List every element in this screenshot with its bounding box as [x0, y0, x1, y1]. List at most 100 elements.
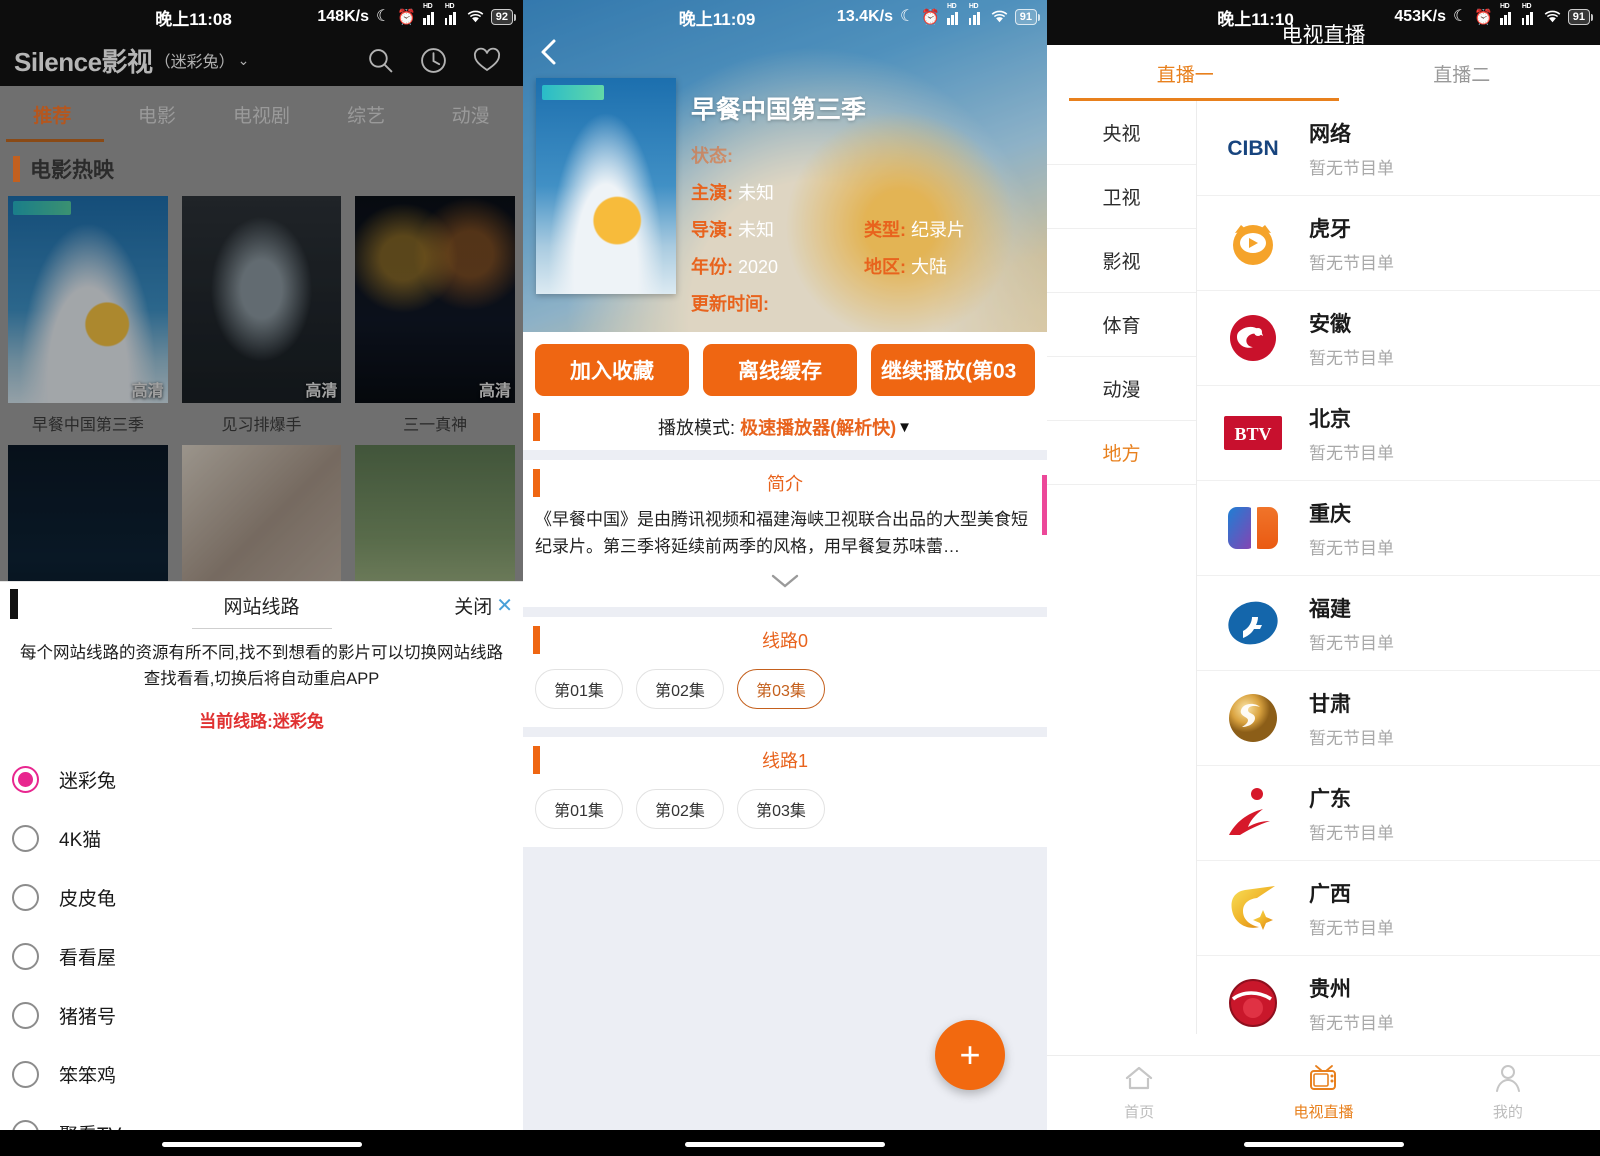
episode-button-selected[interactable]: 第03集 — [737, 669, 825, 710]
line-option-4[interactable]: 猪猪号 — [0, 986, 523, 1045]
dialog-accent-mark — [10, 589, 18, 619]
status-bar: 晚上11:09 13.4K/s ☾ ⏰ HD HD 91 — [523, 0, 1047, 34]
channel-name: 甘肃 — [1309, 692, 1351, 716]
line-heading-row: 线路0 — [523, 617, 1047, 663]
tab-movie[interactable]: 电影 — [105, 101, 210, 128]
network-speed: 453K/s — [1394, 8, 1446, 25]
channel-row[interactable]: CIBN 网络 暂无节目单 — [1197, 101, 1600, 196]
offline-cache-button[interactable]: 离线缓存 — [703, 344, 857, 396]
channel-row[interactable]: 虎牙 暂无节目单 — [1197, 196, 1600, 291]
radio-icon[interactable] — [12, 1002, 39, 1030]
channel-row[interactable]: 甘肃 暂无节目单 — [1197, 671, 1600, 766]
sidebar-item-cctv[interactable]: 央视 — [1047, 101, 1196, 165]
history-icon[interactable] — [420, 47, 447, 74]
sidebar-item-film[interactable]: 影视 — [1047, 229, 1196, 293]
status-time: 晚上11:10 — [1217, 9, 1294, 29]
synopsis-header: 简介 — [523, 460, 1047, 506]
sidebar-item-anime[interactable]: 动漫 — [1047, 357, 1196, 421]
channel-row[interactable]: 福建 暂无节目单 — [1197, 576, 1600, 671]
tab-live-one[interactable]: 直播一 — [1047, 45, 1324, 101]
heart-icon[interactable] — [473, 47, 501, 73]
meta-value-director: 未知 — [738, 220, 775, 240]
meta-key-status: 状态: — [691, 146, 733, 166]
channel-text: 网络 暂无节目单 — [1309, 118, 1394, 179]
category-tabs: 推荐 电影 电视剧 综艺 动漫 — [0, 86, 523, 142]
section-header: 电影热映 — [0, 142, 523, 196]
channel-row[interactable]: BTV 北京 暂无节目单 — [1197, 386, 1600, 481]
search-icon[interactable] — [367, 47, 394, 74]
nav-home[interactable]: 首页 — [1047, 1056, 1231, 1130]
nav-live-tv[interactable]: 电视直播 — [1231, 1056, 1415, 1130]
radio-icon[interactable] — [12, 943, 39, 971]
line-option-2[interactable]: 皮皮龟 — [0, 868, 523, 927]
radio-icon[interactable] — [12, 884, 39, 912]
channel-row[interactable]: 安徽 暂无节目单 — [1197, 291, 1600, 386]
radio-icon[interactable] — [12, 1061, 39, 1089]
source-name[interactable]: （迷彩兔） — [155, 48, 235, 72]
channel-program: 暂无节目单 — [1309, 918, 1394, 938]
sidebar-item-satellite[interactable]: 卫视 — [1047, 165, 1196, 229]
spacer — [523, 607, 1047, 618]
channel-row[interactable]: 广西 暂无节目单 — [1197, 861, 1600, 956]
chevron-down-icon[interactable]: ⌄ — [238, 52, 250, 69]
poster-image: 高清 — [181, 196, 342, 403]
left-status-bar-wrap: 晚上11:08 148K/s ☾ ⏰ HD HD 92 Silence影视 （迷… — [0, 0, 523, 86]
status-time: 晚上11:09 — [678, 9, 756, 29]
panel-live-tv-app: 晚上11:10 453K/s ☾ ⏰ HD HD 91 电视直播 直播一 直播二 — [1047, 0, 1600, 1156]
guangxi-tv-logo-icon — [1219, 877, 1287, 939]
sidebar-item-local[interactable]: 地方 — [1047, 421, 1196, 485]
tab-recommend[interactable]: 推荐 — [0, 101, 105, 128]
episode-button[interactable]: 第03集 — [737, 789, 825, 830]
gansu-tv-logo-icon — [1219, 687, 1287, 749]
line-option-1[interactable]: 4K猫 — [0, 809, 523, 868]
episode-button[interactable]: 第02集 — [636, 669, 724, 710]
gesture-bar[interactable] — [0, 1130, 523, 1156]
line-option-3[interactable]: 看看屋 — [0, 927, 523, 986]
add-fab-button[interactable]: + — [935, 1020, 1005, 1090]
expand-synopsis-icon[interactable] — [523, 564, 1047, 607]
line-option-5[interactable]: 笨笨鸡 — [0, 1045, 523, 1104]
battery-indicator: 92 — [490, 9, 517, 25]
episode-button[interactable]: 第01集 — [535, 669, 623, 710]
signal-bars-sim2-icon: HD — [1521, 3, 1537, 25]
nav-home-label: 首页 — [1124, 1103, 1155, 1121]
gesture-bar[interactable] — [1047, 1130, 1600, 1156]
channel-row[interactable]: 贵州 暂无节目单 — [1197, 956, 1600, 1034]
channel-name: 网络 — [1309, 122, 1351, 146]
line-option-label: 皮皮龟 — [59, 889, 117, 911]
episode-button[interactable]: 第01集 — [535, 789, 623, 830]
tab-anime[interactable]: 动漫 — [418, 101, 523, 128]
movie-title: 见习排爆手 — [221, 417, 302, 434]
line-option-0[interactable]: 迷彩兔 — [0, 750, 523, 809]
movie-card[interactable]: 高清 三一真神 — [355, 196, 515, 445]
poster-image: 高清 — [8, 196, 168, 403]
channel-row[interactable]: 重庆 暂无节目单 — [1197, 481, 1600, 576]
line-option-label: 4K猫 — [59, 830, 102, 852]
close-button[interactable]: 关闭 ✕ — [454, 592, 513, 619]
tab-tvseries[interactable]: 电视剧 — [209, 101, 314, 128]
movie-card[interactable]: 高清 见习排爆手 — [181, 196, 342, 445]
back-arrow-icon[interactable] — [537, 38, 561, 71]
episode-button[interactable]: 第02集 — [636, 789, 724, 830]
chevron-down-icon[interactable]: ▼ — [897, 419, 912, 436]
tab-variety[interactable]: 综艺 — [314, 101, 419, 128]
radio-selected-icon[interactable] — [12, 766, 39, 794]
app-logo-text: Silence影视 — [14, 46, 153, 77]
status-bar: 晚上11:10 453K/s ☾ ⏰ HD HD 91 — [1047, 0, 1600, 34]
episode-list: 第01集 第02集 第03集 — [523, 783, 1047, 847]
tab-live-two[interactable]: 直播二 — [1324, 45, 1600, 101]
continue-play-button[interactable]: 继续播放(第03 — [871, 344, 1035, 396]
do-not-disturb-moon-icon: ☾ — [899, 8, 915, 25]
dim-overlay — [181, 196, 342, 403]
gesture-bar[interactable] — [523, 1130, 1047, 1156]
add-favorite-button[interactable]: 加入收藏 — [535, 344, 689, 396]
signal-bars-sim1-icon: HD — [1500, 3, 1515, 25]
radio-icon[interactable] — [12, 825, 39, 853]
movie-card[interactable]: 高清 早餐中国第三季 — [8, 196, 168, 445]
play-mode-row[interactable]: 播放模式: 极速播放器(解析快) ▼ — [523, 404, 1047, 450]
channel-program: 暂无节目单 — [1309, 538, 1394, 558]
sidebar-item-sports[interactable]: 体育 — [1047, 293, 1196, 357]
nav-profile[interactable]: 我的 — [1416, 1056, 1600, 1130]
channel-row[interactable]: 广东 暂无节目单 — [1197, 766, 1600, 861]
signal-bars-sim1-icon: HD — [947, 3, 962, 25]
